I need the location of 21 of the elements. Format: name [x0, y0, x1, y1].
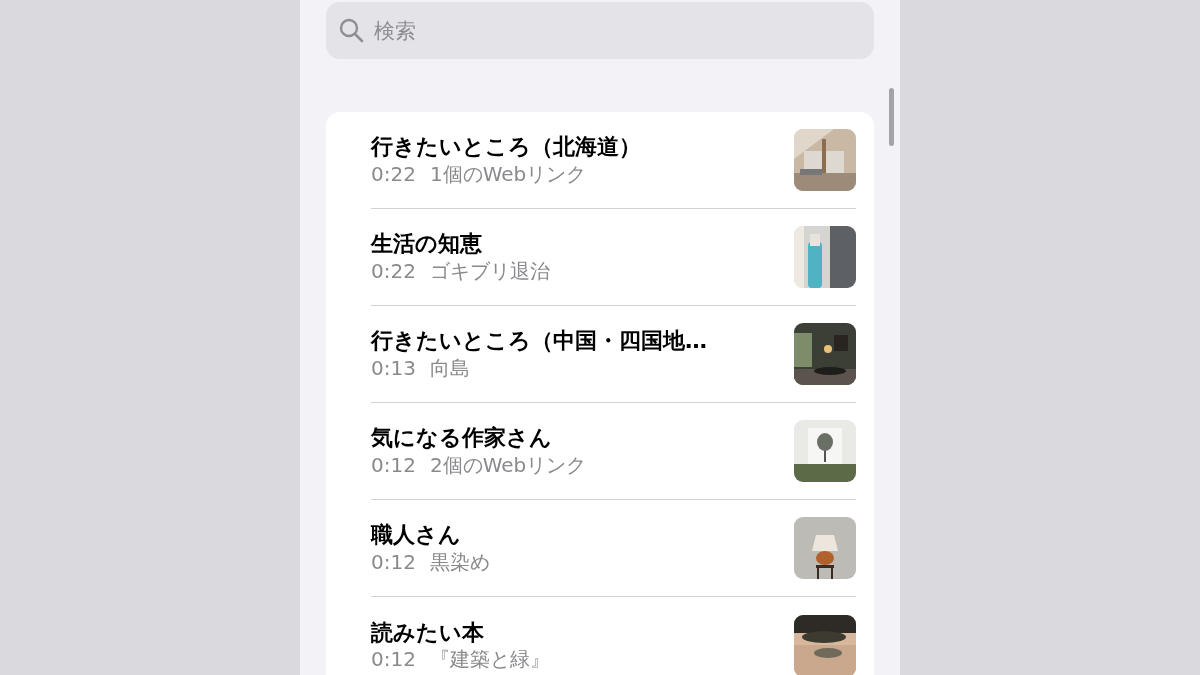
note-time: 0:12: [371, 646, 416, 673]
note-title[interactable]: 気になる作家さん: [371, 424, 782, 452]
note-title[interactable]: 読みたい本: [371, 618, 782, 647]
note-title[interactable]: 行きたいところ（中国・四国地…: [371, 327, 782, 355]
note-title[interactable]: 生活の知恵: [371, 230, 782, 258]
note-preview: 向島: [429, 354, 470, 381]
note-title[interactable]: 行きたいところ（北海道）: [371, 133, 782, 161]
note-time: 0:13: [371, 354, 416, 381]
note-preview: 2個のWebリンク: [429, 451, 587, 478]
search-icon: [338, 17, 364, 43]
note-title[interactable]: 職人さん: [371, 521, 782, 549]
note-preview: 黒染め: [429, 548, 490, 575]
note-time: 0:22: [371, 160, 416, 187]
note-time: 0:12: [371, 451, 416, 478]
note-time: 0:12: [371, 548, 416, 575]
note-time: 0:22: [371, 257, 416, 284]
note-preview: ゴキブリ退治: [429, 257, 550, 284]
note-preview: 『建築と緑』: [429, 646, 550, 673]
note-preview: 1個のWebリンク: [429, 160, 587, 187]
search-field[interactable]: 検索: [326, 2, 874, 59]
scroll-indicator: [889, 88, 894, 146]
